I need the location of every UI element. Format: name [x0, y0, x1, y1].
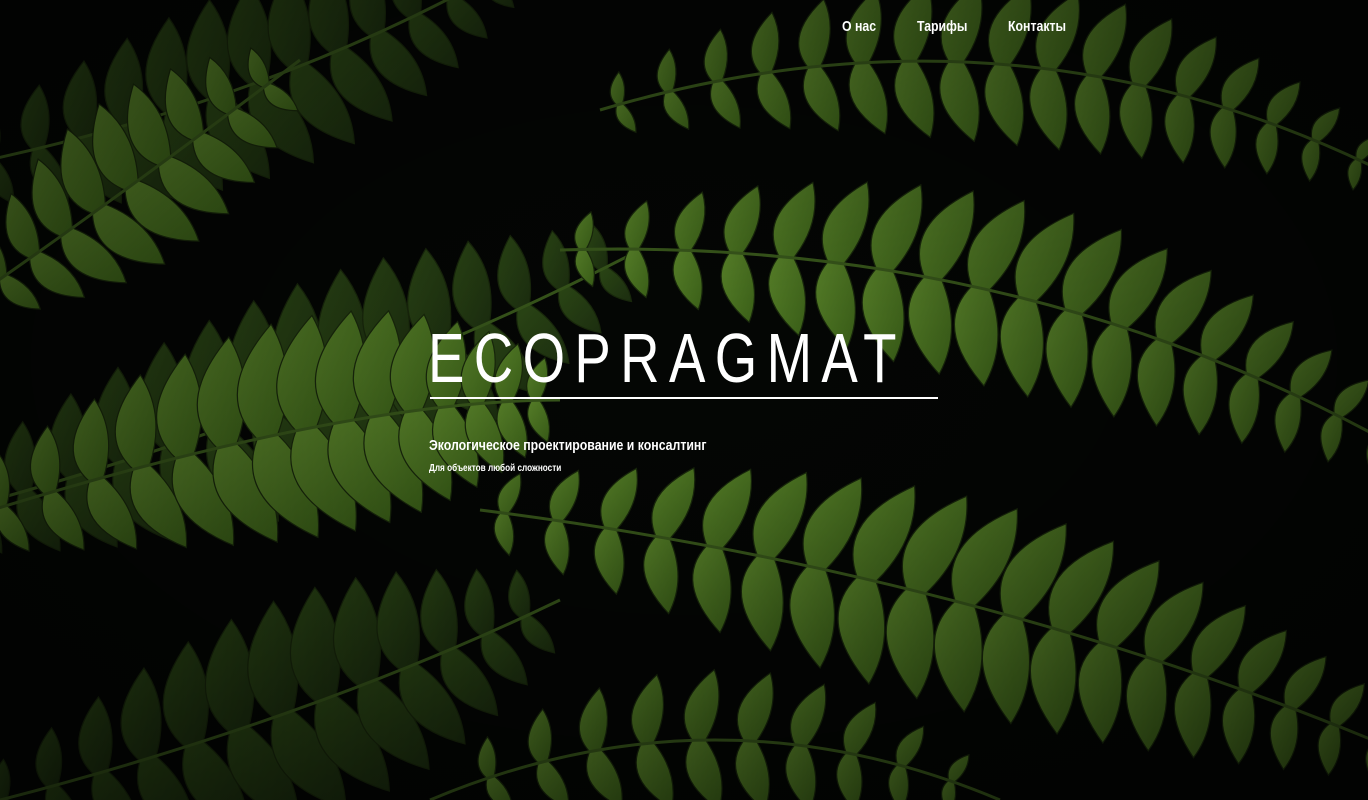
hero-section: О нас Тарифы Контакты ECOPRAGMAT Экологи… [0, 0, 1368, 800]
hero-subtagline: Для объектов любой сложности [429, 463, 562, 474]
nav-link-about[interactable]: О нас [842, 18, 891, 35]
hero-tagline: Экологическое проектирование и консалтин… [429, 437, 707, 454]
nav-link-pricing[interactable]: Тарифы [917, 18, 974, 35]
fern-background-image [0, 0, 1368, 800]
nav-link-contacts[interactable]: Контакты [1008, 18, 1082, 35]
brand-block: ECOPRAGMAT [428, 318, 948, 399]
title-underline [430, 397, 938, 399]
site-title: ECOPRAGMAT [428, 319, 906, 397]
